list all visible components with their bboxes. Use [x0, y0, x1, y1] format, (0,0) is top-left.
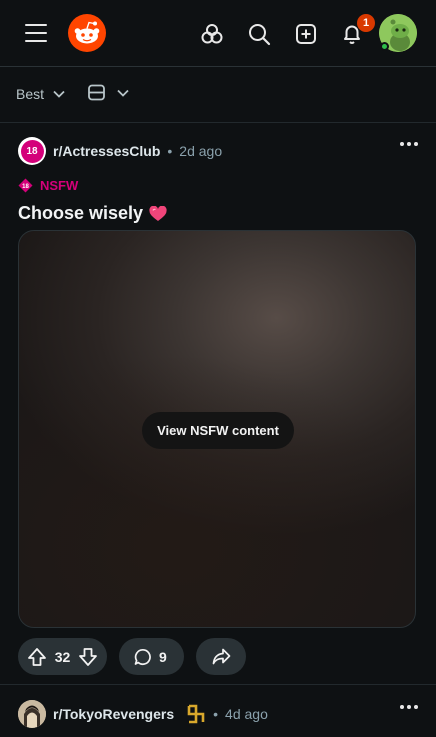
chevron-down-icon: [117, 89, 129, 97]
sort-label: Best: [16, 86, 45, 102]
more-options-icon[interactable]: [400, 705, 418, 709]
separator-dot: •: [167, 143, 173, 159]
upvote-icon[interactable]: [27, 647, 47, 667]
notification-badge: 1: [357, 14, 375, 32]
post-actions: 32 9: [18, 638, 246, 675]
subreddit-icon[interactable]: 18: [18, 137, 46, 165]
nsfw-tag: 18 NSFW: [18, 178, 78, 193]
nsfw-label: NSFW: [40, 178, 79, 193]
heart-emoji-icon: [149, 205, 167, 221]
sort-dropdown[interactable]: Best: [16, 86, 65, 102]
post-age: 2d ago: [179, 143, 223, 159]
top-bar: 1: [0, 0, 436, 67]
online-status-dot: [380, 42, 389, 51]
post-divider: [0, 684, 436, 685]
vote-control: 32: [18, 638, 107, 675]
post-media-blurred[interactable]: View NSFW content: [18, 230, 416, 628]
nsfw-18-icon: 18: [20, 139, 44, 163]
subreddit-icon[interactable]: [18, 700, 46, 728]
manji-flair-icon: [184, 703, 207, 725]
card-view-icon: [88, 84, 105, 101]
create-post-icon[interactable]: [294, 22, 318, 46]
post-age: 4d ago: [225, 706, 268, 722]
popular-icon[interactable]: [200, 22, 224, 46]
menu-icon[interactable]: [25, 24, 47, 44]
view-nsfw-content-button[interactable]: View NSFW content: [142, 412, 294, 449]
more-options-icon[interactable]: [400, 142, 418, 146]
subreddit-name[interactable]: r/TokyoRevengers: [53, 706, 174, 722]
comment-count: 9: [159, 648, 167, 665]
nsfw-icon: 18: [18, 178, 33, 193]
post-title[interactable]: Choose wisely: [18, 203, 167, 224]
post-header: r/TokyoRevengers • 4d ago: [18, 699, 418, 729]
comments-button[interactable]: 9: [119, 638, 184, 675]
reddit-logo[interactable]: [68, 14, 106, 52]
search-icon[interactable]: [247, 22, 271, 46]
comment-icon: [134, 648, 151, 665]
vote-count: 32: [54, 648, 71, 665]
sort-bar: Best: [0, 67, 436, 123]
view-toggle-dropdown[interactable]: [88, 84, 129, 101]
downvote-icon[interactable]: [78, 647, 98, 667]
post-title-text: Choose wisely: [18, 203, 144, 223]
separator-dot: •: [213, 706, 219, 722]
chevron-down-icon: [53, 90, 65, 98]
svg-text:18: 18: [22, 184, 29, 190]
share-button[interactable]: [196, 638, 246, 675]
subreddit-name[interactable]: r/ActressesClub: [53, 143, 160, 159]
share-icon: [212, 648, 230, 665]
post-header: 18 r/ActressesClub • 2d ago: [18, 136, 418, 166]
